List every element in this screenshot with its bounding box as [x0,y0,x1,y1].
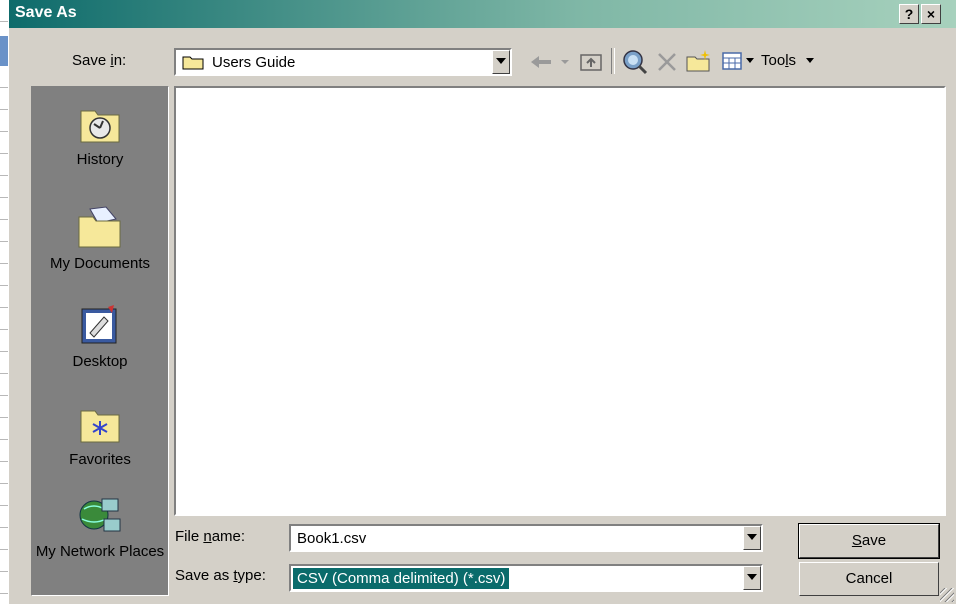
folder-icon [182,56,204,70]
views-icon[interactable] [721,50,743,72]
place-favorites-label: Favorites [69,451,131,468]
place-my-network-places-label: My Network Places [35,543,165,560]
place-my-documents-label: My Documents [49,255,151,272]
delete-icon[interactable] [655,50,679,74]
places-bar: History My Documents Desktop Favorites M… [31,86,169,596]
favorites-icon [80,410,120,443]
place-favorites[interactable]: Favorites [32,405,168,468]
save-as-type-label: Save as type: [175,567,266,584]
file-list[interactable] [174,86,946,516]
my-documents-icon [78,206,121,248]
place-my-network-places[interactable]: My Network Places [32,493,168,560]
resize-grip[interactable] [940,588,954,602]
save-as-dialog: Save As ? × Save in: Users Guide Tools H… [8,0,956,604]
back-arrow-icon[interactable] [529,52,573,72]
save-in-label: Save in: [72,52,127,69]
network-places-icon [79,498,121,532]
save-button[interactable]: Save [798,523,940,559]
save-in-dropdown-arrow[interactable] [492,50,510,74]
search-web-icon[interactable] [621,48,649,76]
save-in-value: Users Guide [212,54,296,71]
desktop-icon [81,305,117,344]
toolbar-separator [611,48,615,74]
history-icon [80,110,120,143]
file-name-value: Book1.csv [297,530,367,547]
help-button[interactable]: ? [899,4,919,24]
save-as-type-dropdown[interactable]: CSV (Comma delimited) (*.csv) [289,564,763,592]
file-name-input[interactable]: Book1.csv [289,524,763,552]
title-bar[interactable]: Save As ? × [9,0,956,28]
place-desktop-label: Desktop [72,353,128,370]
place-desktop[interactable]: Desktop [32,303,168,370]
save-in-dropdown[interactable]: Users Guide [174,48,512,76]
views-dropdown-icon[interactable] [745,57,755,65]
tools-menu[interactable]: Tools [761,52,796,69]
file-name-dropdown-arrow[interactable] [743,526,761,550]
place-history[interactable]: History [32,105,168,168]
background-selection [0,36,8,66]
file-name-label: File name: [175,528,246,545]
new-folder-icon[interactable] [685,48,713,74]
up-folder-icon[interactable] [579,50,605,74]
place-history-label: History [76,151,124,168]
dialog-title: Save As [15,4,77,21]
save-as-type-dropdown-arrow[interactable] [743,566,761,590]
place-my-documents[interactable]: My Documents [32,205,168,272]
cancel-button[interactable]: Cancel [799,562,939,596]
close-button[interactable]: × [921,4,941,24]
save-as-type-value: CSV (Comma delimited) (*.csv) [293,568,510,589]
tools-dropdown-icon[interactable] [805,57,815,65]
